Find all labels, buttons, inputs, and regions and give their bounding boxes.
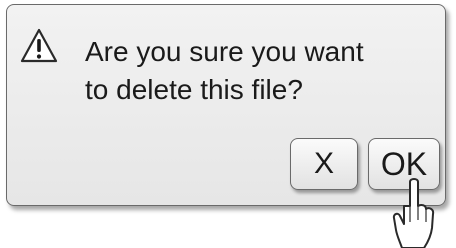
warning-triangle-icon bbox=[20, 28, 58, 63]
message-line-1: Are you sure you want bbox=[85, 36, 364, 67]
ok-button[interactable]: OK bbox=[368, 138, 440, 190]
confirm-message: Are you sure you want to delete this fil… bbox=[85, 33, 435, 109]
stage: Are you sure you want to delete this fil… bbox=[0, 0, 456, 248]
message-line-2: to delete this file? bbox=[85, 74, 303, 105]
cancel-button[interactable]: X bbox=[290, 138, 358, 190]
